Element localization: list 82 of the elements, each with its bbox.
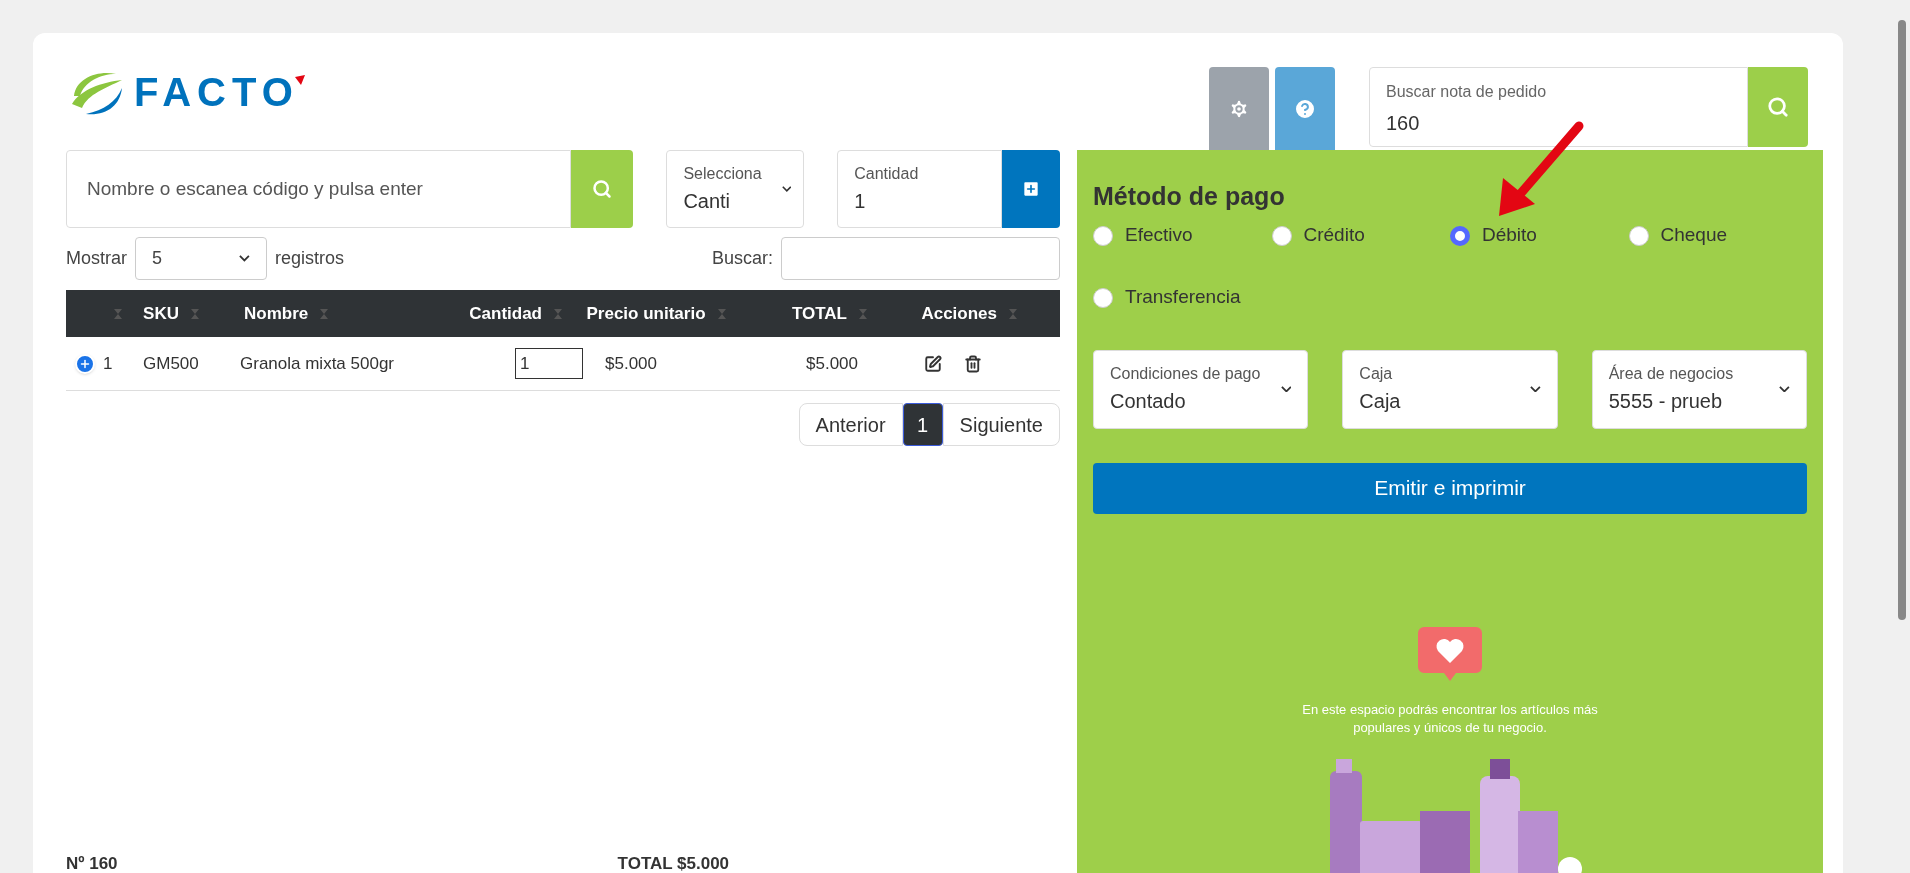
show-suffix: registros: [275, 247, 345, 270]
select-value: 5555 - prueb: [1608, 389, 1724, 414]
sort-icon: [320, 308, 329, 319]
sort-icon: [114, 308, 122, 319]
settings-icon: [1228, 97, 1250, 120]
field-value: 1: [854, 189, 867, 214]
chevron-icon: [781, 186, 792, 192]
field-label: Buscar nota de pedido: [1386, 82, 1548, 102]
column-header[interactable]: Precio unitario: [586, 300, 706, 327]
column-header[interactable]: SKU: [143, 300, 179, 327]
radio-button[interactable]: [1628, 225, 1649, 246]
type-select[interactable]: Selecciona Canti: [666, 150, 805, 228]
dropdown-select[interactable]: Caja Caja: [1342, 349, 1558, 429]
add-button[interactable]: [1002, 150, 1060, 228]
column-header[interactable]: Acciones: [921, 300, 997, 327]
column-header[interactable]: TOTAL: [791, 300, 847, 327]
order-search-field[interactable]: Buscar nota de pedido 160: [1369, 67, 1748, 147]
previous-button[interactable]: Anterior: [798, 403, 903, 446]
settings-button[interactable]: [1209, 67, 1269, 150]
help-button[interactable]: [1275, 67, 1335, 150]
chevron-icon: [239, 255, 250, 262]
placeholder: Nombre o escanea código y pulsa enter: [87, 176, 423, 201]
order-total: TOTAL $5.000: [617, 853, 730, 873]
order-number: Nº 160: [66, 853, 118, 873]
next-button[interactable]: Siguiente: [942, 403, 1060, 446]
select-label: Selecciona: [683, 164, 763, 184]
heart-bubble-icon: [1418, 626, 1482, 681]
select-label: Caja: [1359, 364, 1394, 384]
dropdown-select[interactable]: Condiciones de pago Contado: [1093, 349, 1309, 429]
table-search-field[interactable]: [781, 237, 1060, 280]
chevron-icon: [1280, 385, 1292, 393]
chevron-icon: [1779, 385, 1790, 393]
select-value: Canti: [683, 189, 732, 214]
select-label: Condiciones de pago: [1110, 364, 1262, 384]
delete-icon[interactable]: [964, 354, 982, 373]
radio-label: Cheque: [1660, 223, 1728, 248]
radio-button[interactable]: [1450, 225, 1470, 246]
table-cell-text: $5.000: [806, 352, 859, 375]
dropdown-select[interactable]: Área de negocios 5555 - prueb: [1591, 349, 1807, 429]
sort-icon: [717, 308, 726, 319]
select-value: Caja: [1359, 389, 1402, 414]
column-header[interactable]: Nombre: [244, 300, 309, 327]
field-value: 160: [1386, 111, 1421, 136]
sort-icon: [554, 308, 562, 319]
select-value: 5: [152, 247, 163, 270]
radio-label: Débito: [1482, 223, 1537, 248]
panel-title: Método de pago: [1093, 181, 1286, 212]
page-button[interactable]: 1: [902, 403, 943, 446]
sort-icon: [1009, 308, 1017, 319]
select-value: Contado: [1110, 389, 1187, 414]
expand-icon[interactable]: [74, 353, 95, 374]
search-button[interactable]: [571, 150, 634, 228]
submit-button[interactable]: Emitir e imprimir: [1093, 462, 1807, 514]
radio-button[interactable]: [1093, 225, 1113, 246]
page-size-select[interactable]: 5: [135, 237, 267, 280]
select-label: Área de negocios: [1608, 363, 1735, 384]
logo-flag-icon: [294, 74, 305, 85]
radio-label: Crédito: [1303, 223, 1365, 248]
search-label: Buscar:: [711, 247, 773, 270]
product-search-field[interactable]: Nombre o escanea código y pulsa enter: [66, 150, 572, 228]
radio-button[interactable]: [1093, 287, 1113, 308]
logo-text: FACTO: [134, 68, 299, 116]
radio-label: Efectivo: [1125, 223, 1193, 248]
show-label: Mostrar: [66, 247, 127, 270]
table-cell-text: $5.000: [605, 352, 658, 375]
search-icon: [592, 179, 613, 199]
table-cell-text: Granola mixta 500gr: [240, 352, 396, 375]
field-label: Cantidad: [854, 164, 920, 184]
table-cell-text: GM500: [143, 352, 200, 375]
quantity-input[interactable]: 1: [515, 348, 583, 379]
radio-label: Transferencia: [1125, 285, 1241, 310]
column-header[interactable]: Cantidad: [469, 300, 542, 327]
chevron-icon: [1529, 385, 1541, 393]
edit-icon[interactable]: [924, 354, 942, 373]
promo-text: En este espacio podrás encontrar los artículos más populares y únicos de tu negocio.: [1301, 700, 1599, 737]
quantity-field[interactable]: Cantidad 1: [837, 150, 1003, 228]
search-button[interactable]: [1748, 67, 1808, 147]
sort-icon: [190, 308, 199, 319]
table-cell-text: 1: [103, 352, 114, 375]
sort-icon: [859, 308, 867, 319]
radio-button[interactable]: [1271, 225, 1292, 246]
search-icon: [1767, 96, 1789, 118]
